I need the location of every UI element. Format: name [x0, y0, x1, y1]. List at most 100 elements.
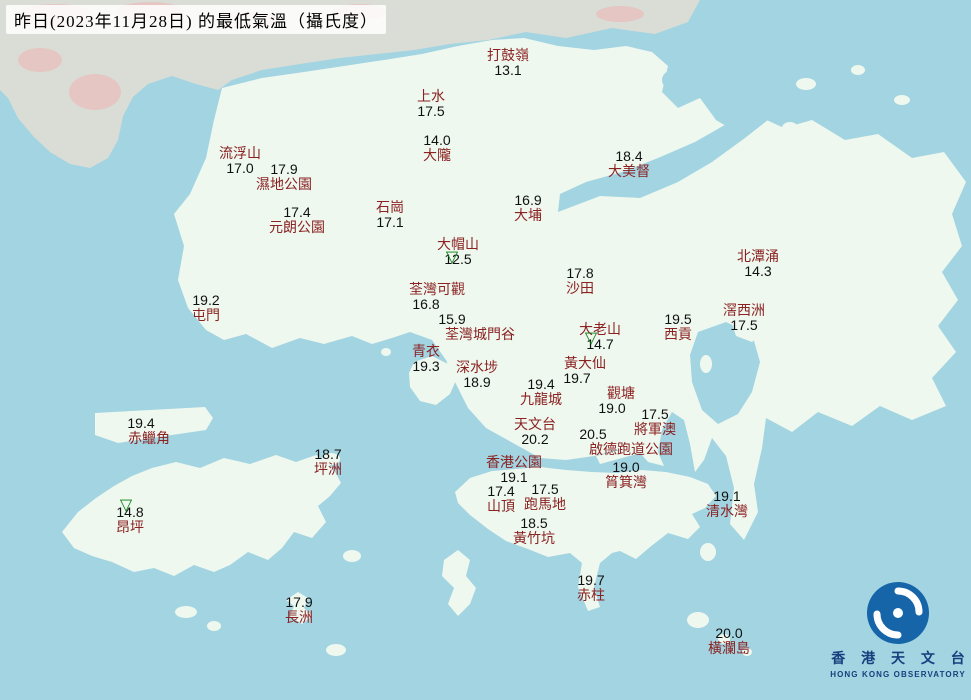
station-山頂: 17.4 山頂	[487, 484, 515, 514]
station-temperature: 20.5	[579, 426, 607, 442]
stations-layer: 打鼓嶺 13.1 上水 17.5 14.0 大隴 流浮山 17.0 17.9 濕地公園 18.4 大美…	[0, 0, 971, 700]
station-深水埗: 深水埗 18.9	[456, 360, 498, 390]
station-上水: 上水 17.5	[417, 89, 445, 119]
station-temperature: 18.4	[615, 148, 643, 164]
hko-logo: 香 港 天 文 台 HONG KONG OBSERVATORY	[830, 580, 966, 679]
station-沙田: 17.8 沙田	[566, 266, 594, 296]
station-name: 西貢	[664, 326, 692, 342]
station-坪洲: 18.7 坪洲	[314, 447, 342, 477]
hko-name-chinese: 香 港 天 文 台	[831, 650, 971, 666]
station-跑馬地: 17.5 跑馬地	[524, 482, 566, 512]
station-name: 昂坪	[116, 519, 144, 535]
station-name: 山頂	[487, 498, 515, 514]
station-temperature: 19.4	[527, 376, 555, 392]
station-啟德跑道公園: 20.5 啟德跑道公園	[579, 427, 673, 457]
station-temperature: 14.0	[423, 132, 451, 148]
station-name: 荃灣城門谷	[445, 326, 515, 342]
logo-center-dot	[893, 608, 903, 618]
station-name: 黃大仙	[564, 355, 606, 371]
station-name: 沙田	[566, 280, 594, 296]
station-name: 啟德跑道公園	[589, 441, 673, 457]
min-temp-marker-icon: ▽	[119, 497, 133, 515]
station-temperature: 17.8	[566, 265, 594, 281]
station-大美督: 18.4 大美督	[608, 149, 650, 179]
station-temperature: 17.0	[226, 160, 254, 176]
station-name: 石崗	[376, 199, 404, 215]
station-temperature: 17.5	[531, 481, 559, 497]
station-大埔: 16.9 大埔	[514, 193, 542, 223]
station-name: 清水灣	[706, 503, 748, 519]
station-天文台: 天文台 20.2	[514, 417, 556, 447]
station-流浮山: 流浮山 17.0	[219, 146, 261, 176]
station-name: 黃竹坑	[513, 530, 555, 546]
station-青衣: 青衣 19.3	[412, 344, 440, 374]
hko-min-temp-map-page: 昨日(2023年11月28日) 的最低氣溫（攝氏度） 打鼓嶺 13.1 上水 17.5…	[0, 0, 971, 700]
station-name: 濕地公園	[256, 176, 312, 192]
station-name: 深水埗	[456, 359, 498, 375]
station-temperature: 20.2	[521, 431, 549, 447]
station-name: 滘西洲	[723, 302, 765, 318]
station-name: 橫瀾島	[708, 640, 750, 656]
station-name: 打鼓嶺	[487, 47, 529, 63]
station-temperature: 17.9	[270, 161, 298, 177]
station-name: 長洲	[285, 609, 313, 625]
station-temperature: 19.7	[577, 572, 605, 588]
station-temperature: 17.1	[376, 214, 404, 230]
station-temperature: 17.4	[487, 483, 515, 499]
station-name: 赤鱲角	[128, 430, 170, 446]
station-temperature: 19.7	[563, 370, 591, 386]
station-滘西洲: 滘西洲 17.5	[723, 303, 765, 333]
station-name: 大美督	[608, 163, 650, 179]
station-元朗公園: 17.4 元朗公園	[269, 205, 325, 235]
station-temperature: 19.0	[598, 400, 626, 416]
station-temperature: 18.9	[463, 374, 491, 390]
station-赤鱲角: 19.4 赤鱲角	[127, 416, 170, 446]
hko-name-english: HONG KONG OBSERVATORY	[830, 670, 966, 679]
station-橫瀾島: 20.0 橫瀾島	[708, 626, 750, 656]
station-大隴: 14.0 大隴	[423, 133, 451, 163]
station-荃灣可觀: 荃灣可觀 16.8	[409, 282, 465, 312]
station-黃竹坑: 18.5 黃竹坑	[513, 516, 555, 546]
station-temperature: 15.9	[438, 311, 466, 327]
station-黃大仙: 黃大仙 19.7	[563, 355, 606, 386]
station-temperature: 17.5	[730, 317, 758, 333]
station-清水灣: 19.1 清水灣	[706, 489, 748, 519]
station-temperature: 13.1	[494, 62, 522, 78]
station-九龍城: 19.4 九龍城	[520, 377, 562, 407]
station-name: 屯門	[192, 307, 220, 323]
station-觀塘: 觀塘 19.0	[598, 385, 635, 416]
station-temperature: 16.9	[514, 192, 542, 208]
station-name: 大埔	[514, 207, 542, 223]
station-name: 香港公園	[486, 454, 542, 470]
station-name: 天文台	[514, 416, 556, 432]
station-name: 觀塘	[607, 385, 635, 401]
station-name: 筲箕灣	[605, 474, 647, 490]
station-name: 跑馬地	[524, 496, 566, 512]
station-temperature: 18.5	[520, 515, 548, 531]
station-石崗: 石崗 17.1	[376, 200, 404, 230]
station-西貢: 19.5 西貢	[664, 312, 692, 342]
station-北潭涌: 北潭涌 14.3	[737, 249, 779, 279]
station-name: 元朗公園	[269, 219, 325, 235]
station-長洲: 17.9 長洲	[285, 595, 313, 625]
station-temperature: 19.5	[664, 311, 692, 327]
hko-logo-icon	[867, 582, 929, 644]
station-name: 九龍城	[520, 391, 562, 407]
station-name: 坪洲	[314, 461, 342, 477]
station-temperature: 17.5	[641, 406, 669, 422]
station-name: 赤柱	[577, 587, 605, 603]
station-temperature: 19.3	[412, 358, 440, 374]
station-筲箕灣: 19.0 筲箕灣	[605, 460, 647, 490]
station-name: 荃灣可觀	[409, 281, 465, 297]
station-濕地公園: 17.9 濕地公園	[256, 162, 312, 192]
station-name: 上水	[417, 88, 445, 104]
station-name: 青衣	[412, 343, 440, 359]
station-name: 流浮山	[219, 145, 261, 161]
station-荃灣城門谷: 15.9 荃灣城門谷	[438, 312, 515, 342]
station-temperature: 17.5	[417, 103, 445, 119]
station-temperature: 19.4	[127, 415, 155, 431]
station-name: 大隴	[423, 147, 451, 163]
station-temperature: 18.7	[314, 446, 342, 462]
min-temp-marker-icon: ▽	[584, 330, 598, 348]
station-temperature: 14.3	[744, 263, 772, 279]
